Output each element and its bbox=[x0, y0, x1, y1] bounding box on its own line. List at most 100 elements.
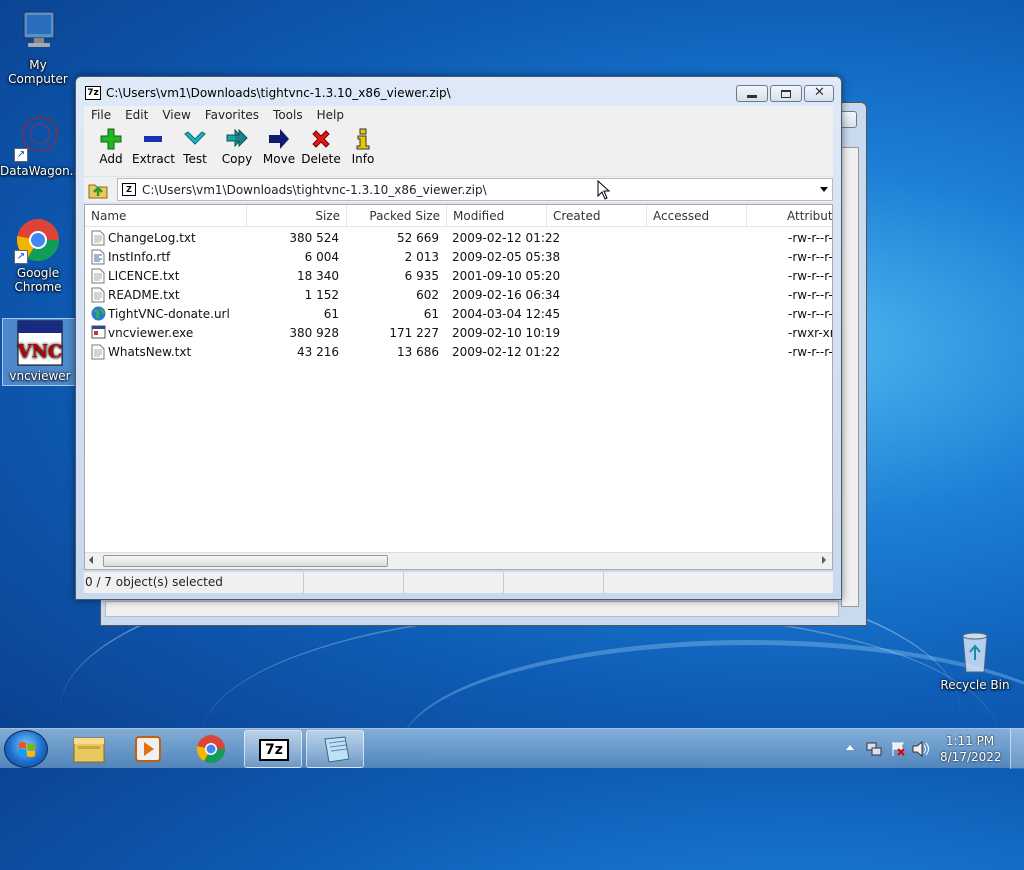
clock-date: 8/17/2022 bbox=[940, 750, 1002, 764]
scroll-left-icon[interactable] bbox=[89, 556, 93, 564]
background-window-scrollbar[interactable] bbox=[841, 147, 859, 607]
menu-edit[interactable]: Edit bbox=[118, 106, 155, 126]
file-modified: 2009-02-16 06:34 bbox=[452, 288, 561, 302]
clock[interactable]: 1:11 PM 8/17/2022 bbox=[940, 733, 1002, 765]
test-button[interactable]: Test bbox=[174, 126, 216, 176]
delete-button[interactable]: Delete bbox=[300, 126, 342, 176]
background-window-hscrollbar[interactable] bbox=[105, 601, 839, 617]
file-modified: 2001-09-10 05:20 bbox=[452, 269, 561, 283]
file-size: 380 524 bbox=[289, 231, 339, 245]
file-size: 1 152 bbox=[304, 288, 339, 302]
file-packed-size: 6 935 bbox=[404, 269, 439, 283]
address-bar: Z C:\Users\vm1\Downloads\tightvnc-1.3.10… bbox=[84, 177, 833, 202]
notepad-icon bbox=[324, 736, 350, 763]
desktop-icon-label: DataWagon... bbox=[0, 164, 82, 178]
column-header-attribute[interactable]: Attribute bbox=[781, 205, 832, 227]
desktop-icon-vncviewer[interactable]: VNC vncviewer bbox=[2, 318, 78, 386]
status-segment-4 bbox=[504, 572, 604, 593]
file-modified: 2009-02-10 10:19 bbox=[452, 326, 561, 340]
taskbar-notepad[interactable] bbox=[306, 730, 364, 768]
file-attribute: -rw-r--r- bbox=[788, 231, 833, 245]
copy-button[interactable]: Copy bbox=[216, 126, 258, 176]
file-name: InstInfo.rtf bbox=[108, 250, 171, 264]
show-hidden-icons-button[interactable] bbox=[846, 745, 854, 750]
file-packed-size: 61 bbox=[423, 307, 439, 321]
address-field[interactable]: Z C:\Users\vm1\Downloads\tightvnc-1.3.10… bbox=[117, 178, 833, 201]
desktop-icon-datawagon[interactable]: ↗ DataWagon... bbox=[0, 114, 82, 178]
desktop-icon-google-chrome[interactable]: ↗ Google Chrome bbox=[0, 216, 76, 294]
network-icon[interactable] bbox=[866, 741, 882, 757]
volume-icon[interactable] bbox=[912, 741, 930, 757]
desktop-icon-recycle-bin[interactable]: Recycle Bin bbox=[937, 628, 1013, 692]
minimize-button[interactable] bbox=[736, 85, 768, 102]
show-desktop-button[interactable] bbox=[1010, 729, 1024, 769]
folder-icon bbox=[73, 737, 105, 763]
scrollbar-thumb[interactable] bbox=[103, 555, 388, 567]
7zip-app-icon: 7z bbox=[85, 86, 101, 100]
add-button[interactable]: Add bbox=[90, 126, 132, 176]
file-name: vncviewer.exe bbox=[108, 326, 194, 340]
file-size: 18 340 bbox=[297, 269, 339, 283]
address-dropdown-icon[interactable] bbox=[820, 187, 828, 192]
maximize-button[interactable] bbox=[770, 85, 802, 102]
chrome-icon bbox=[197, 735, 225, 763]
desktop-icon-my-computer[interactable]: My Computer bbox=[0, 8, 76, 86]
menu-file[interactable]: File bbox=[84, 106, 118, 126]
desktop-icon-label: Google Chrome bbox=[14, 266, 62, 294]
computer-icon bbox=[14, 8, 62, 56]
file-name: README.txt bbox=[108, 288, 180, 302]
arrow-right-icon bbox=[258, 126, 300, 152]
table-row[interactable]: vncviewer.exe 380 928 171 227 2009-02-10 10… bbox=[85, 324, 832, 343]
taskbar-7zip[interactable]: 7z bbox=[244, 730, 302, 768]
file-list[interactable]: Name Size Packed Size Modified Created A… bbox=[84, 204, 833, 570]
minus-icon bbox=[132, 126, 174, 152]
taskbar-media-player[interactable] bbox=[120, 730, 178, 768]
table-row[interactable]: InstInfo.rtf 6 004 2 013 2009-02-05 05:38 -r… bbox=[85, 248, 832, 267]
table-row[interactable]: LICENCE.txt 18 340 6 935 2001-09-10 05:20 -r… bbox=[85, 267, 832, 286]
action-center-flag-icon[interactable] bbox=[890, 741, 906, 757]
extract-button[interactable]: Extract bbox=[132, 126, 175, 176]
column-header-accessed[interactable]: Accessed bbox=[647, 205, 747, 227]
menu-favorites[interactable]: Favorites bbox=[198, 106, 266, 126]
menu-tools[interactable]: Tools bbox=[266, 106, 310, 126]
status-segment-2 bbox=[304, 572, 404, 593]
rtf-file-icon bbox=[91, 249, 105, 265]
desktop-icon-label: My Computer bbox=[8, 58, 68, 86]
table-row[interactable]: TightVNC-donate.url 61 61 2004-03-04 12:45 -… bbox=[85, 305, 832, 324]
7zip-window: 7z C:\Users\vm1\Downloads\tightvnc-1.3.1… bbox=[75, 76, 842, 600]
text-file-icon bbox=[91, 230, 105, 246]
menu-view[interactable]: View bbox=[155, 106, 197, 126]
column-header-size[interactable]: Size bbox=[247, 205, 347, 227]
file-attribute: -rw-r--r- bbox=[788, 307, 833, 321]
taskbar-explorer[interactable] bbox=[60, 730, 118, 768]
window-title: C:\Users\vm1\Downloads\tightvnc-1.3.10_x… bbox=[106, 86, 451, 100]
extract-label: Extract bbox=[132, 152, 175, 166]
restore-icon bbox=[781, 90, 791, 98]
info-button[interactable]: Info bbox=[342, 126, 384, 176]
taskbar: 7z 1:11 PM 8/17/2022 bbox=[0, 728, 1024, 769]
folder-up-button[interactable] bbox=[88, 180, 108, 199]
info-icon bbox=[342, 126, 384, 152]
column-header-created[interactable]: Created bbox=[547, 205, 647, 227]
table-row[interactable]: ChangeLog.txt 380 524 52 669 2009-02-12 01:… bbox=[85, 229, 832, 248]
move-button[interactable]: Move bbox=[258, 126, 300, 176]
horizontal-scrollbar[interactable] bbox=[85, 552, 832, 569]
column-header-packed-size[interactable]: Packed Size bbox=[347, 205, 447, 227]
start-button[interactable] bbox=[4, 730, 48, 768]
taskbar-chrome[interactable] bbox=[182, 730, 240, 768]
title-bar[interactable]: 7z C:\Users\vm1\Downloads\tightvnc-1.3.1… bbox=[76, 77, 841, 109]
desktop-icon-label: vncviewer bbox=[9, 369, 71, 383]
table-row[interactable]: README.txt 1 152 602 2009-02-16 06:34 -rw-r-… bbox=[85, 286, 832, 305]
datawagon-icon: ↗ bbox=[14, 114, 62, 162]
file-name: LICENCE.txt bbox=[108, 269, 180, 283]
scroll-right-icon[interactable] bbox=[822, 556, 826, 564]
column-header-name[interactable]: Name bbox=[85, 205, 247, 227]
column-header-modified[interactable]: Modified bbox=[447, 205, 547, 227]
close-button[interactable]: ✕ bbox=[804, 85, 834, 102]
file-size: 43 216 bbox=[297, 345, 339, 359]
status-bar: 0 / 7 object(s) selected bbox=[84, 572, 833, 593]
file-modified: 2009-02-12 01:22 bbox=[452, 345, 561, 359]
table-row[interactable]: WhatsNew.txt 43 216 13 686 2009-02-12 01:22… bbox=[85, 343, 832, 362]
menu-help[interactable]: Help bbox=[310, 106, 351, 126]
column-header-row: Name Size Packed Size Modified Created A… bbox=[85, 205, 832, 227]
